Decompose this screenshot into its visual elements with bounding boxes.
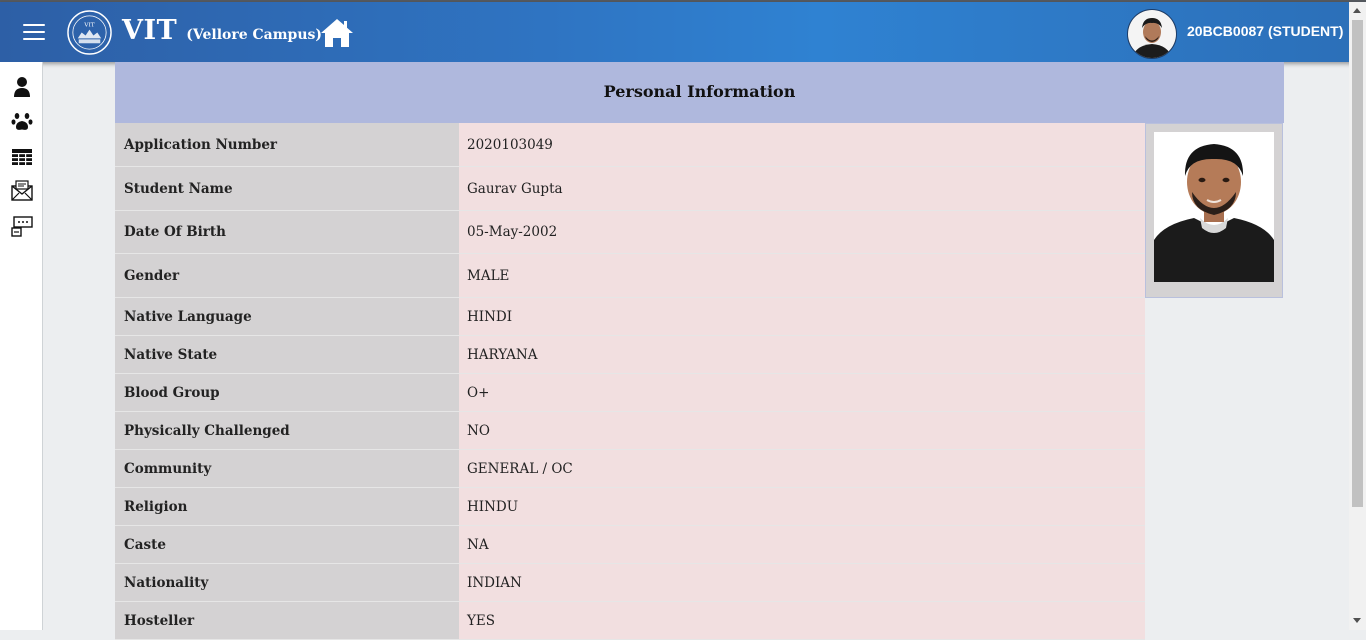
paw-icon[interactable] <box>11 110 33 132</box>
field-label: Hosteller <box>115 602 459 639</box>
field-label: Gender <box>115 254 459 297</box>
table-row: Gender MALE <box>115 254 1145 298</box>
brand-title: VIT (Vellore Campus) <box>122 15 322 46</box>
table-row: Religion HINDU <box>115 488 1145 526</box>
field-value: NO <box>459 412 1145 449</box>
photo-frame <box>1145 123 1283 298</box>
table-row: Application Number 2020103049 <box>115 123 1145 167</box>
scroll-down-arrow-icon[interactable] <box>1353 618 1361 623</box>
table-row: Hosteller YES <box>115 602 1145 640</box>
field-value: MALE <box>459 254 1145 297</box>
field-label: Blood Group <box>115 374 459 411</box>
brand-name: VIT <box>122 15 178 46</box>
field-label: Caste <box>115 526 459 563</box>
field-label: Student Name <box>115 167 459 210</box>
table-row: Physically Challenged NO <box>115 412 1145 450</box>
table-row: Date Of Birth 05-May-2002 <box>115 211 1145 254</box>
personal-information-panel: Personal Information Application Number 2… <box>115 62 1284 640</box>
hamburger-menu-icon[interactable] <box>23 24 45 42</box>
field-value: HARYANA <box>459 336 1145 373</box>
scrollbar-thumb[interactable] <box>1352 20 1363 507</box>
field-label: Date Of Birth <box>115 211 459 253</box>
field-value: YES <box>459 602 1145 639</box>
table-icon[interactable] <box>11 146 33 168</box>
home-icon[interactable] <box>320 17 354 49</box>
info-table: Application Number 2020103049 Student Name… <box>115 123 1145 640</box>
field-value: GENERAL / OC <box>459 450 1145 487</box>
field-value: O+ <box>459 374 1145 411</box>
field-label: Community <box>115 450 459 487</box>
field-label: Nationality <box>115 564 459 601</box>
brand-campus: (Vellore Campus) <box>186 27 323 43</box>
field-value: HINDU <box>459 488 1145 525</box>
user-avatar[interactable] <box>1127 9 1177 59</box>
mail-icon[interactable] <box>11 180 33 202</box>
sidebar <box>0 62 43 630</box>
field-label: Native Language <box>115 298 459 335</box>
student-photo <box>1154 132 1274 282</box>
table-row: Community GENERAL / OC <box>115 450 1145 488</box>
field-value: 05-May-2002 <box>459 211 1145 253</box>
table-row: Student Name Gaurav Gupta <box>115 167 1145 211</box>
vertical-scrollbar[interactable] <box>1349 2 1366 630</box>
message-board-icon[interactable] <box>11 215 33 237</box>
field-value: INDIAN <box>459 564 1145 601</box>
user-id-label[interactable]: 20BCB0087 (STUDENT) <box>1187 23 1343 39</box>
field-value: HINDI <box>459 298 1145 335</box>
top-navbar: VIT VIT (Vellore Campus) 20BCB0087 (STUD… <box>0 2 1366 62</box>
table-row: Blood Group O+ <box>115 374 1145 412</box>
field-value: NA <box>459 526 1145 563</box>
scroll-up-arrow-icon[interactable] <box>1353 8 1361 13</box>
section-title: Personal Information <box>115 62 1284 123</box>
user-icon[interactable] <box>11 76 33 98</box>
vit-logo: VIT <box>67 10 112 55</box>
logo-text: VIT <box>83 23 95 29</box>
field-label: Physically Challenged <box>115 412 459 449</box>
field-value: Gaurav Gupta <box>459 167 1145 210</box>
table-row: Native State HARYANA <box>115 336 1145 374</box>
field-label: Religion <box>115 488 459 525</box>
field-label: Native State <box>115 336 459 373</box>
table-row: Native Language HINDI <box>115 298 1145 336</box>
field-label: Application Number <box>115 123 459 166</box>
table-row: Caste NA <box>115 526 1145 564</box>
field-value: 2020103049 <box>459 123 1145 166</box>
table-row: Nationality INDIAN <box>115 564 1145 602</box>
